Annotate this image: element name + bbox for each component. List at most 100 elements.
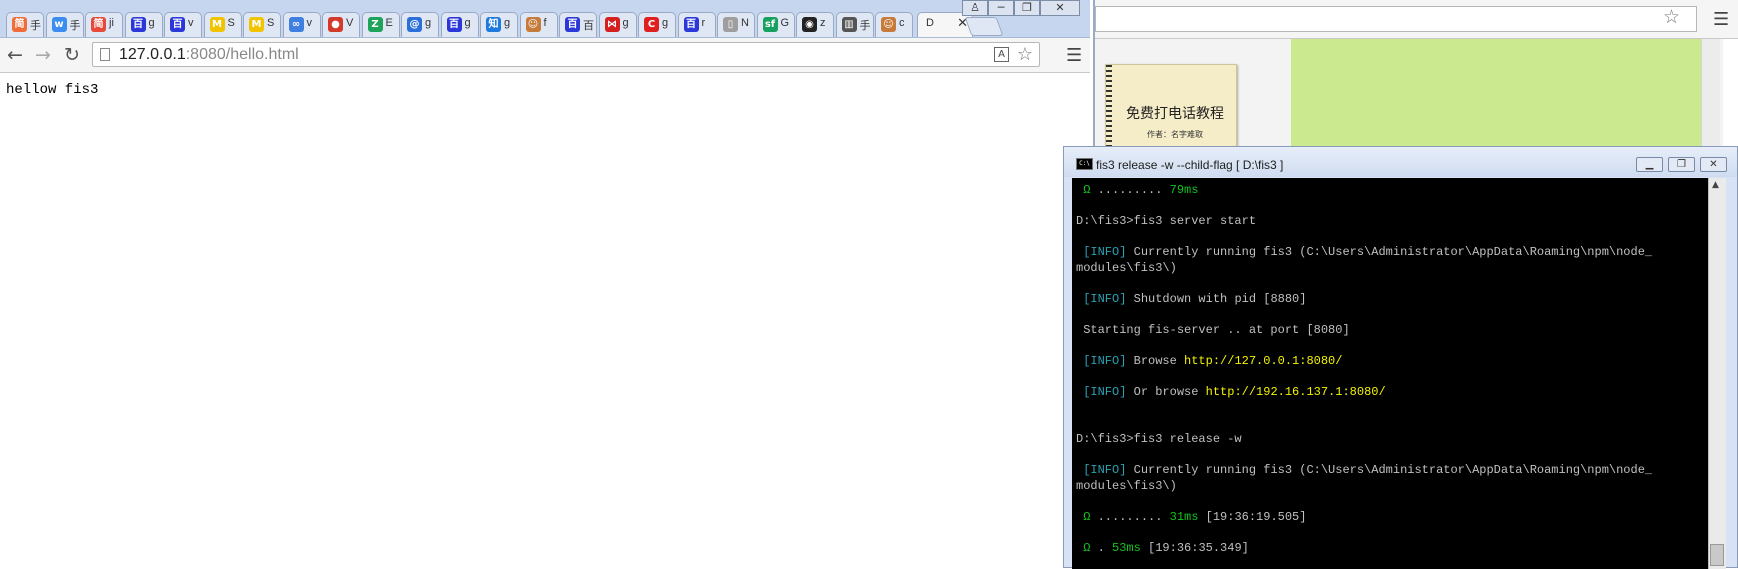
tab-title: S <box>267 17 275 29</box>
bookmark-star-icon[interactable]: ☆ <box>1663 6 1680 28</box>
console-text: ......... <box>1097 183 1170 197</box>
console-title: fis3 release -w --child-flag [ D:\fis3 ] <box>1096 158 1284 172</box>
book-cover-image[interactable]: 免费打电话教程 作者：名字难取 <box>1105 64 1237 156</box>
console-text: 31ms <box>1169 510 1199 524</box>
page-icon <box>100 48 110 61</box>
tab[interactable]: 百g <box>440 12 479 37</box>
console-text: Shutdown with pid [8880] <box>1126 292 1307 306</box>
forward-icon[interactable]: → <box>35 45 51 65</box>
close-window-button[interactable]: ✕ <box>1700 157 1727 172</box>
left-browser-window: 简手 w 手简 ji 百 g 百 v M S M S ∞ v ● V Z E @ g 百 g 知 g ☺ f 百百 ⋈ g Cg 百 r ▯ Ns… <box>0 0 1090 568</box>
baidu-icon: 百 <box>130 17 146 32</box>
tab-title: g <box>622 17 629 29</box>
tab[interactable]: ⋈ g <box>598 12 637 37</box>
w-icon: w <box>51 17 67 32</box>
z-icon: Z <box>367 17 383 32</box>
address-bar[interactable]: 127.0.0.1:8080/hello.html A ☆ <box>92 42 1040 67</box>
console-text: 79ms <box>1169 183 1199 197</box>
console-text: Browse <box>1126 354 1185 368</box>
tab-title: g <box>662 17 669 29</box>
console-text: D:\fis3>fis3 server start <box>1076 214 1257 228</box>
translate-icon[interactable]: A <box>994 47 1009 62</box>
page-content: hellow fis3 <box>0 73 1090 568</box>
restore-button[interactable]: ❐ <box>1014 0 1040 16</box>
console-scrollbar[interactable]: ▲ <box>1708 178 1726 569</box>
right-browser-toolbar: ☆ ☰ <box>1095 0 1738 39</box>
chrome-menu-icon[interactable]: ☰ <box>1066 45 1082 66</box>
sf-icon: sf <box>762 17 778 32</box>
tab-title: 手 <box>30 20 41 32</box>
console-icon: C:\ <box>1076 158 1093 170</box>
url-path: :8080/hello.html <box>185 46 299 63</box>
tab[interactable]: ▥ 手 <box>835 12 874 37</box>
console-text: Starting fis-server .. at port [8080] <box>1076 323 1350 337</box>
tab-title: V <box>346 17 354 29</box>
console-text: Currently running fis3 (C:\Users\Adminis… <box>1126 463 1653 477</box>
scroll-up-icon[interactable]: ▲ <box>1712 180 1719 190</box>
tab[interactable]: 简手 <box>6 12 44 37</box>
back-icon[interactable]: ← <box>7 45 23 65</box>
console-text: [19:36:19.505] <box>1198 510 1307 524</box>
console-line: [INFO] Shutdown with pid [8880] <box>1076 291 1306 307</box>
console-line: modules\fis3\) <box>1076 478 1177 494</box>
tab[interactable]: 百g <box>124 12 163 37</box>
tab[interactable]: ZE <box>361 12 400 37</box>
tab-title: g <box>464 17 471 29</box>
tab[interactable]: 知g <box>480 12 518 37</box>
zhihu-icon: 知 <box>486 17 501 32</box>
tab[interactable]: 简 ji <box>85 12 123 37</box>
console-text: [19:36:35.349] <box>1140 541 1249 555</box>
tab[interactable]: MS <box>243 12 281 37</box>
console-line: Ω ......... 31ms [19:36:19.505] <box>1076 509 1306 525</box>
mc-icon: M <box>249 17 264 32</box>
user-icon[interactable]: ♙ <box>962 0 988 16</box>
scroll-thumb[interactable] <box>1710 544 1724 566</box>
restore-button[interactable]: ❐ <box>1668 157 1695 172</box>
tab[interactable]: 百v <box>164 12 202 37</box>
tab[interactable]: ∞ v <box>282 12 321 37</box>
tab-title: g <box>504 17 511 29</box>
minimize-button[interactable]: ─ <box>988 0 1014 16</box>
tab[interactable]: Cg <box>638 12 676 37</box>
circle-icon: ● <box>328 17 343 32</box>
tab[interactable]: MS <box>203 12 242 37</box>
cloud-icon: ∞ <box>288 17 304 32</box>
console-output[interactable]: Ω ......... 79ms D:\fis3>fis3 server star… <box>1072 178 1708 569</box>
tab[interactable]: sf G <box>756 12 795 37</box>
tab[interactable]: 百r <box>677 12 716 37</box>
tab[interactable]: w手 <box>45 12 84 37</box>
book-icon: ▥ <box>841 17 857 32</box>
minimize-button[interactable]: ▁ <box>1636 157 1663 172</box>
console-text: Ω <box>1076 541 1098 555</box>
console-line: [INFO] Currently running fis3 (C:\Users\… <box>1076 462 1652 478</box>
console-titlebar[interactable]: C:\ fis3 release -w --child-flag [ D:\fi… <box>1064 147 1737 177</box>
bookmark-star-icon[interactable]: ☆ <box>1017 44 1033 65</box>
console-text: . <box>1097 541 1113 555</box>
tab-title: c <box>899 17 905 29</box>
jian-icon: 简 <box>91 17 106 32</box>
tab[interactable]: ▯ N <box>717 12 755 37</box>
console-text: modules\fis3\) <box>1076 261 1177 275</box>
new-tab-button[interactable] <box>964 17 1004 36</box>
console-text: Currently running fis3 (C:\Users\Adminis… <box>1126 245 1653 259</box>
baidu-icon: 百 <box>170 17 185 32</box>
tab[interactable]: ☺ f <box>519 12 558 37</box>
chrome-menu-icon[interactable]: ☰ <box>1713 9 1729 30</box>
monkey-icon: ☺ <box>881 17 896 32</box>
console-line: D:\fis3>fis3 server start <box>1076 213 1256 229</box>
tab[interactable]: ● V <box>322 12 360 37</box>
tab[interactable]: 百百 <box>559 12 597 37</box>
close-window-button[interactable]: ✕ <box>1040 0 1080 16</box>
url-text[interactable]: 127.0.0.1:8080/hello.html <box>119 46 299 64</box>
tab-title: E <box>385 17 393 29</box>
console-text: http://192.16.137.1:8080/ <box>1205 385 1386 399</box>
reload-icon[interactable]: ↻ <box>64 45 80 65</box>
tab[interactable]: @ g <box>401 12 439 37</box>
tab-title: z <box>820 17 826 29</box>
tab[interactable]: ☺ c <box>875 12 913 37</box>
console-text: [INFO] <box>1076 292 1127 306</box>
tab[interactable]: ◉ z <box>796 12 834 37</box>
tab-title: g <box>148 17 155 29</box>
tab-title: v <box>188 17 194 29</box>
right-address-bar[interactable] <box>1095 6 1697 32</box>
